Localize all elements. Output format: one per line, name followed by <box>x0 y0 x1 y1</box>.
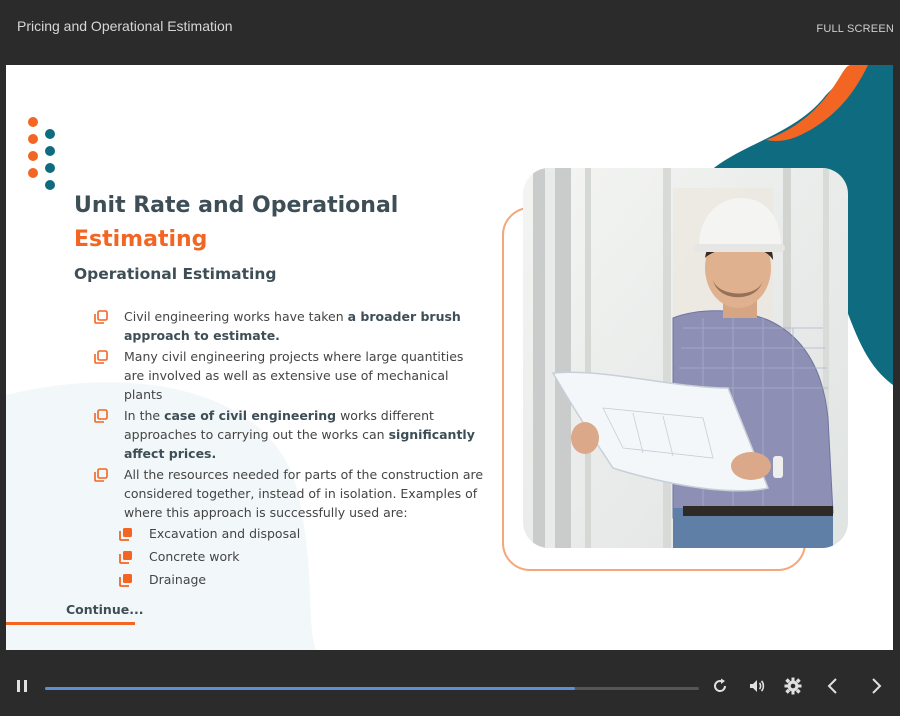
previous-arrow-icon[interactable] <box>823 676 843 696</box>
slide-title-line1: Unit Rate and Operational <box>74 193 399 218</box>
sub-bullet-icon <box>119 551 132 564</box>
bullet-item: In the case of civil engineering works d… <box>94 406 484 463</box>
continue-link[interactable]: Continue... <box>66 602 143 617</box>
decorative-dots <box>28 117 58 197</box>
sub-bullet-text: Drainage <box>149 572 207 587</box>
bullet-item: Many civil engineering projects where la… <box>94 347 484 404</box>
sub-bullet-item: Drainage <box>119 570 484 589</box>
continue-underline <box>6 622 135 625</box>
bullet-square-icon <box>94 468 108 482</box>
bullet-text: All the resources needed for parts of th… <box>124 467 484 520</box>
player-header: Pricing and Operational Estimation FULL … <box>0 0 900 65</box>
bullet-item: All the resources needed for parts of th… <box>94 465 484 522</box>
slide-canvas: Unit Rate and Operational Estimating Ope… <box>6 65 893 650</box>
pause-icon[interactable] <box>12 676 32 696</box>
sub-bullet-text: Concrete work <box>149 549 240 564</box>
progress-bar-fill <box>45 687 575 690</box>
sub-bullet-item: Concrete work <box>119 547 484 566</box>
volume-icon[interactable] <box>747 676 767 696</box>
sub-bullet-text: Excavation and disposal <box>149 526 301 541</box>
next-arrow-icon[interactable] <box>866 676 886 696</box>
bullet-square-icon <box>94 350 108 364</box>
progress-bar[interactable] <box>45 687 699 690</box>
bullet-list: Civil engineering works have taken a bro… <box>94 307 484 593</box>
bullet-item: Civil engineering works have taken a bro… <box>94 307 484 345</box>
slide-title-accent: Estimating <box>74 227 208 252</box>
fullscreen-button[interactable]: FULL SCREEN <box>816 23 894 35</box>
sub-bullet-icon <box>119 574 132 587</box>
bullet-square-icon <box>94 310 108 324</box>
bullet-square-icon <box>94 409 108 423</box>
bullet-text: In the <box>124 408 165 423</box>
bullet-text: Civil engineering works have taken <box>124 309 348 324</box>
bullet-text: Many civil engineering projects where la… <box>124 349 464 402</box>
replay-icon[interactable] <box>710 676 730 696</box>
slide-title: Unit Rate and Operational Estimating <box>74 189 398 257</box>
engineer-illustration <box>523 168 848 548</box>
sub-bullet-icon <box>119 528 132 541</box>
bullet-bold: case of civil engineering <box>164 408 337 423</box>
player-controls <box>0 650 900 716</box>
sub-bullet-item: Excavation and disposal <box>119 524 484 543</box>
settings-gear-icon[interactable] <box>783 676 803 696</box>
engineer-photo <box>523 168 848 548</box>
slide-subtitle: Operational Estimating <box>74 265 277 283</box>
course-title: Pricing and Operational Estimation <box>17 18 233 34</box>
